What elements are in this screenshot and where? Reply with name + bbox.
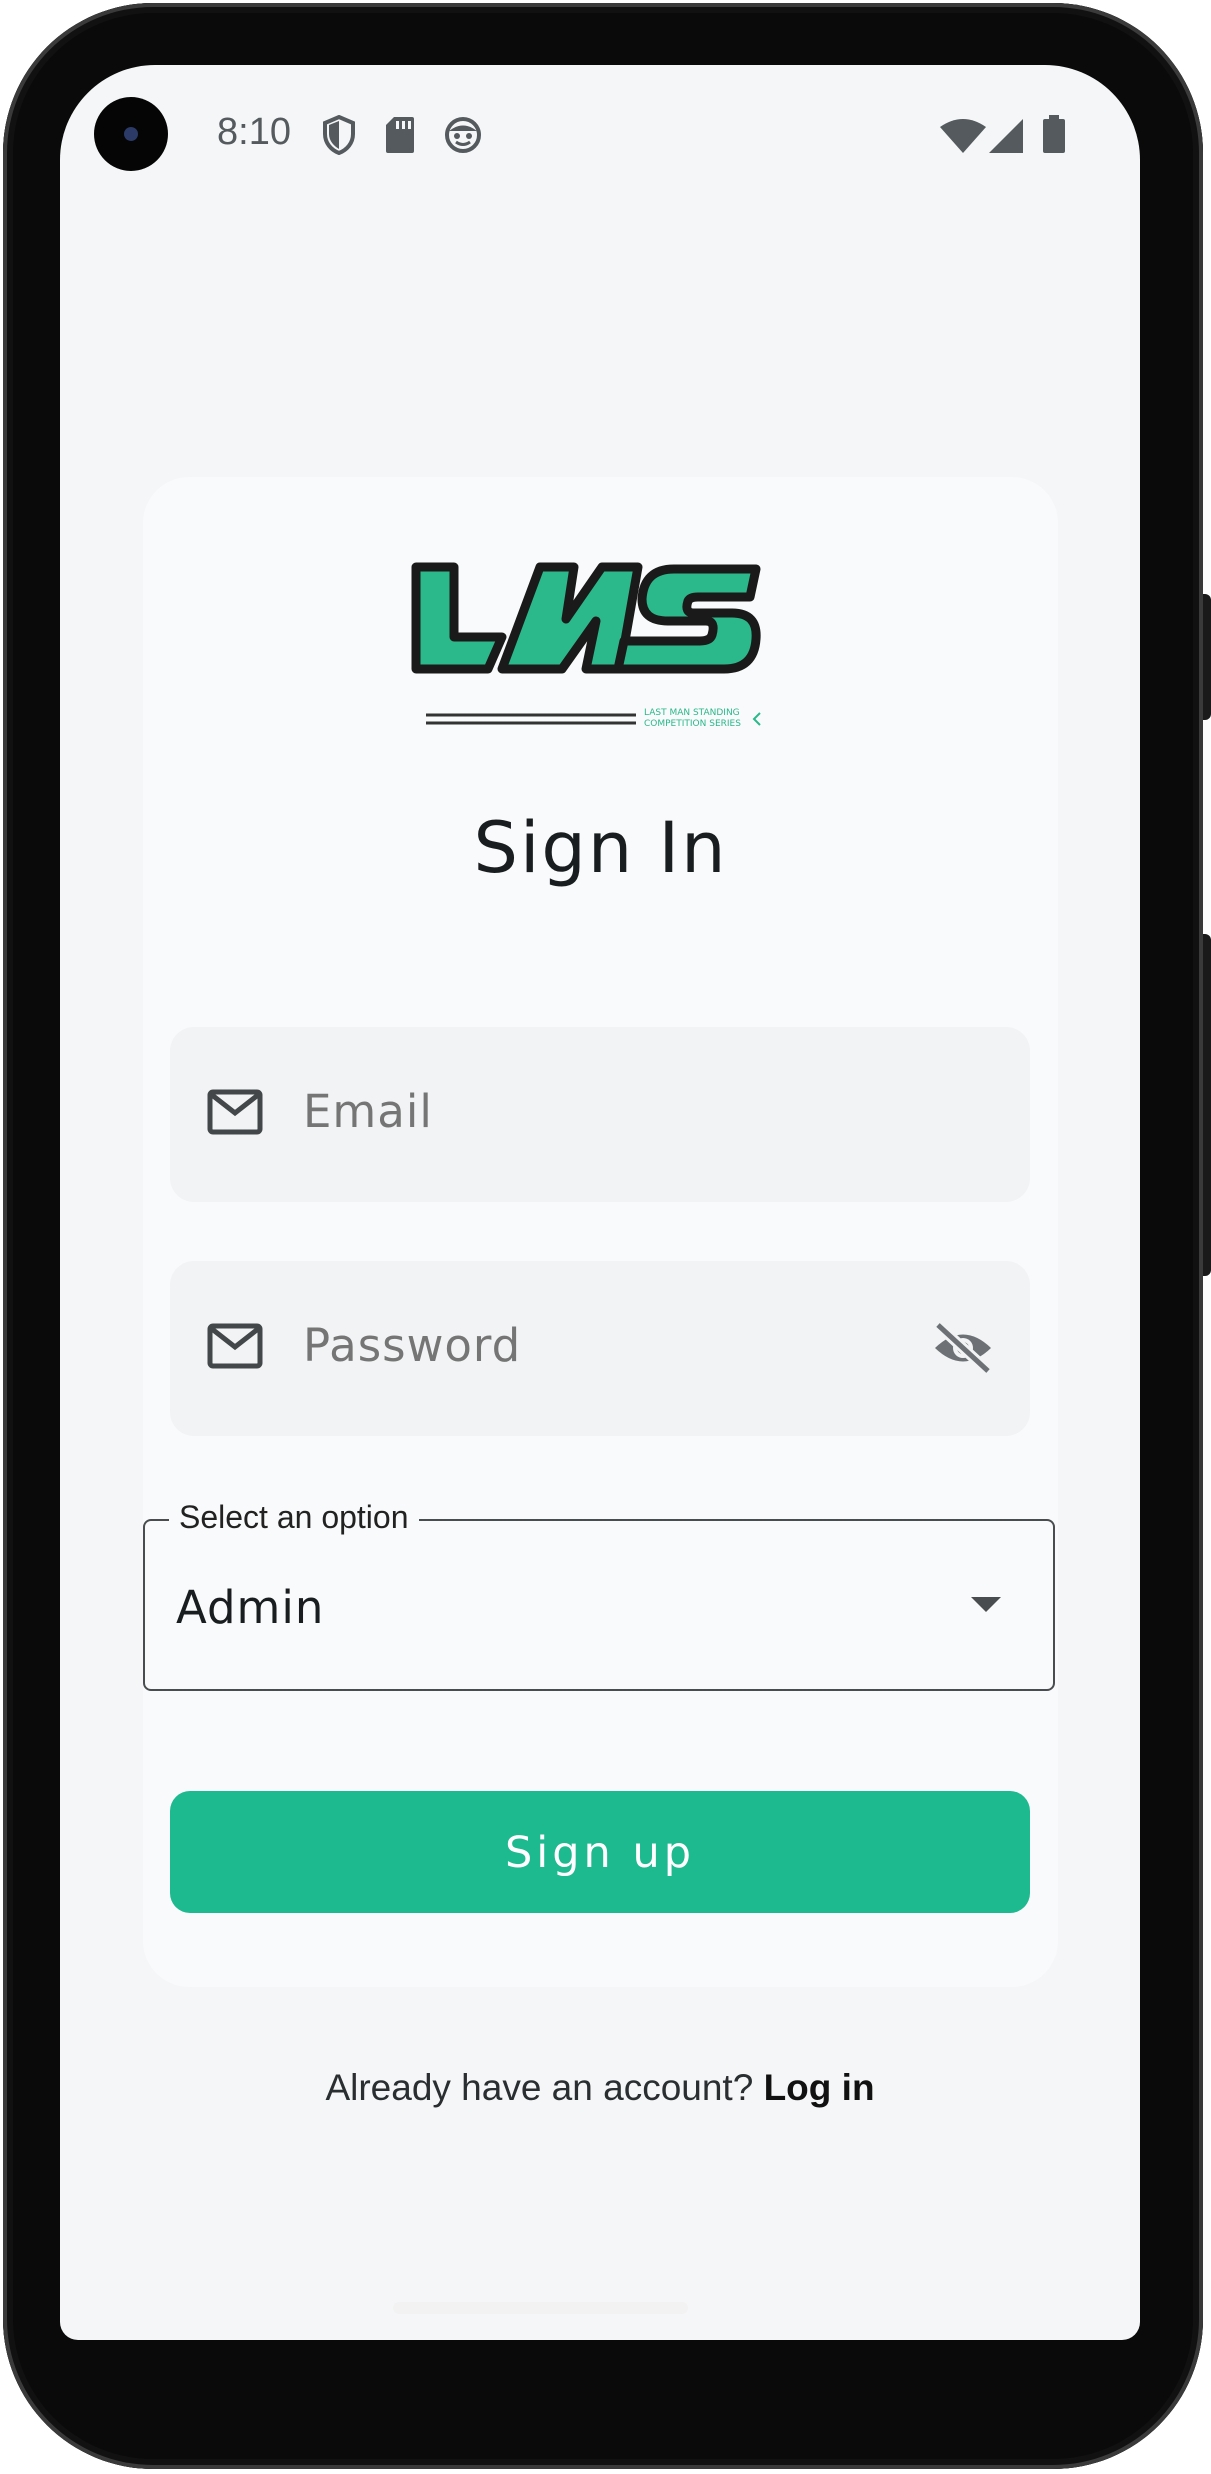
wifi-icon — [940, 119, 986, 153]
footer-login-prompt: Already have an account? Log in — [60, 2067, 1140, 2109]
cell-signal-icon — [989, 119, 1023, 153]
log-in-link[interactable]: Log in — [764, 2067, 875, 2108]
visibility-off-icon[interactable] — [932, 1320, 994, 1379]
home-indicator[interactable] — [393, 2302, 688, 2314]
footer-prompt-text: Already have an account? — [325, 2067, 754, 2108]
shield-icon — [322, 115, 356, 155]
mail-icon — [207, 1323, 263, 1373]
logo-tagline-line2: COMPETITION SERIES — [644, 719, 741, 729]
status-clock: 8:10 — [217, 111, 291, 153]
sd-card-icon — [386, 117, 414, 153]
caret-down-icon — [971, 1597, 1001, 1612]
role-select-label: Select an option — [169, 1499, 419, 1536]
email-input[interactable] — [303, 1085, 903, 1138]
password-field[interactable] — [170, 1261, 1030, 1436]
email-field[interactable] — [170, 1027, 1030, 1202]
sign-up-button[interactable]: Sign up — [170, 1791, 1030, 1913]
face-icon — [444, 116, 482, 154]
password-input[interactable] — [303, 1319, 903, 1372]
battery-icon — [1043, 115, 1065, 153]
page-title: Sign In — [473, 807, 728, 889]
role-select-value: Admin — [176, 1581, 325, 1634]
lms-logo-graphic: LAST MAN STANDING COMPETITION SERIES — [411, 562, 761, 729]
mail-icon — [207, 1089, 263, 1139]
screen: 8:10 LAST MAN STANDING COMPETITION SERIE… — [60, 65, 1140, 2340]
role-select[interactable]: Select an option Admin — [143, 1499, 1055, 1691]
lms-logo: LAST MAN STANDING COMPETITION SERIES — [406, 555, 796, 735]
status-bar: 8:10 — [60, 65, 1140, 205]
page: 8:10 LAST MAN STANDING COMPETITION SERIE… — [0, 0, 1211, 2474]
sign-in-card: LAST MAN STANDING COMPETITION SERIES Sig… — [143, 477, 1058, 1987]
front-camera — [94, 97, 168, 171]
volume-button[interactable] — [1202, 934, 1211, 1276]
logo-tagline-line1: LAST MAN STANDING — [644, 708, 740, 718]
power-button[interactable] — [1202, 594, 1211, 720]
